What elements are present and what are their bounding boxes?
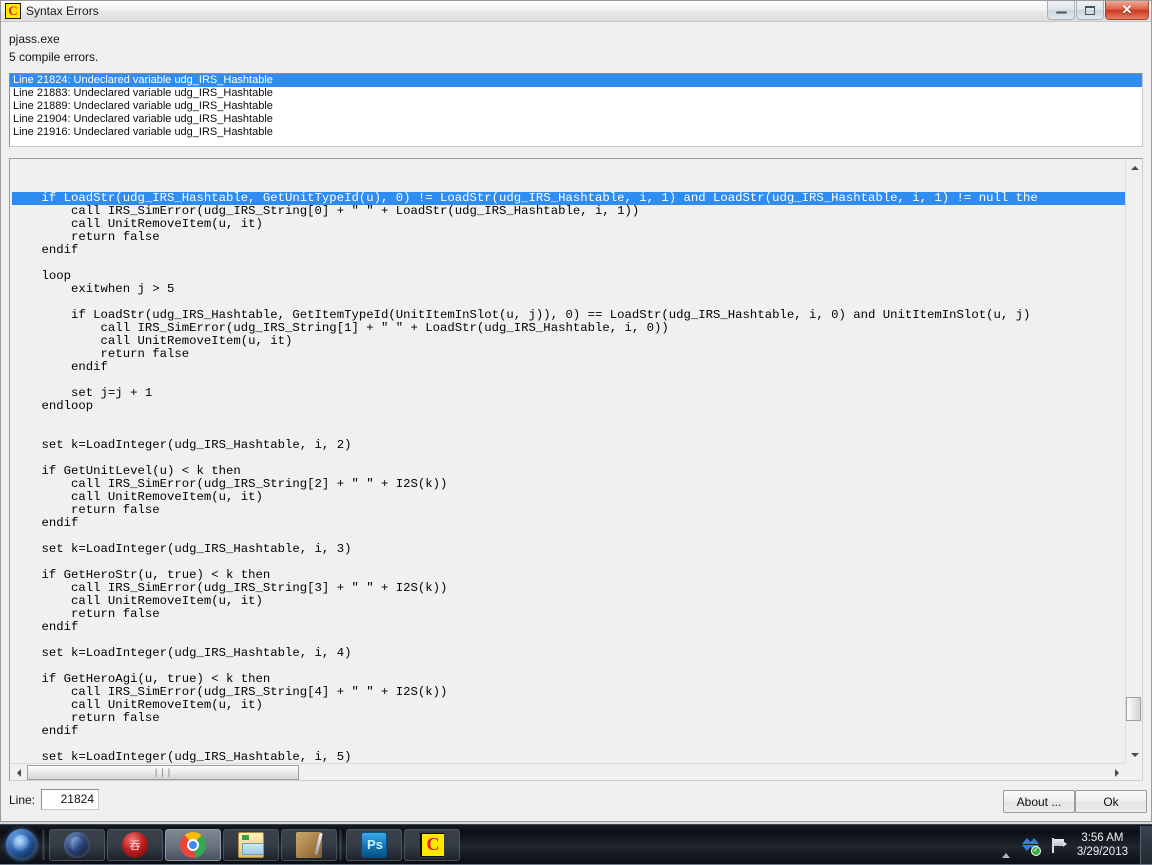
horizontal-scrollbar[interactable]: ||| [10,763,1125,780]
scrollbar-corner [1125,763,1142,780]
clock-date: 3/29/2013 [1076,846,1128,858]
windows-orb-icon [5,829,37,860]
dialog-header: pjass.exe 5 compile errors. [1,22,1151,66]
cjass-icon [419,831,445,858]
code-line: endloop [12,399,94,413]
wc3-icon [64,831,90,858]
minimize-button[interactable] [1047,1,1075,20]
vertical-scrollbar[interactable] [1125,159,1142,763]
taskbar-item-world-editor[interactable] [107,828,163,861]
code-line: endif [12,243,79,257]
explorer-icon [238,831,264,858]
code-lines: if LoadStr(udg_IRS_Hashtable, GetUnitTyp… [10,159,1125,763]
code-line: return false [12,607,160,621]
system-tray: ✓ 3:56 AM 3/29/2013 [996,825,1152,865]
world-editor-icon [122,831,148,858]
code-line: exitwhen j > 5 [12,282,175,296]
taskbar-divider-2 [339,829,342,860]
code-line: return false [12,503,160,517]
code-viewport[interactable]: if LoadStr(udg_IRS_Hashtable, GetUnitTyp… [10,159,1125,763]
photoshop-icon [361,831,388,858]
line-input[interactable]: 21824 [41,789,99,810]
code-line: loop [12,269,72,283]
chevron-up-icon [1001,836,1010,858]
code-line: call UnitRemoveItem(u, it) [12,698,263,712]
start-button[interactable] [2,828,40,862]
taskbar-item-cjass[interactable] [404,828,460,861]
error-summary: 5 compile errors. [9,50,99,64]
vertical-scroll-thumb[interactable] [1126,697,1141,721]
taskbar-item-google-chrome[interactable] [165,828,221,861]
taskbar: ✓ 3:56 AM 3/29/2013 [0,824,1152,864]
maximize-button[interactable] [1076,1,1104,20]
code-line: set k=LoadInteger(udg_IRS_Hashtable, i, … [12,542,352,556]
chrome-icon [180,831,206,858]
code-line: call UnitRemoveItem(u, it) [12,490,263,504]
scroll-right-button[interactable] [1108,764,1125,780]
code-viewer: if LoadStr(udg_IRS_Hashtable, GetUnitTyp… [9,158,1143,781]
taskbar-item-photoshop[interactable] [346,828,402,861]
clock-time: 3:56 AM [1081,832,1124,844]
code-line: endif [12,724,79,738]
code-line: return false [12,711,160,725]
dropbox-shape-2 [1028,837,1039,844]
window-controls: ✕ [1046,1,1149,20]
horizontal-scroll-thumb[interactable]: ||| [27,765,299,780]
errors-list[interactable]: Line 21824: Undeclared variable udg_IRS_… [9,73,1143,147]
taskbar-item-warcraft-iii[interactable] [49,828,105,861]
chevron-right-icon [1114,768,1119,777]
show-desktop-button[interactable] [1140,826,1152,864]
code-line: return false [12,230,160,244]
close-icon: ✕ [1121,2,1133,17]
code-line: set k=LoadInteger(udg_IRS_Hashtable, i, … [12,646,352,660]
clock[interactable]: 3:56 AM 3/29/2013 [1077,831,1128,859]
flag-arrow [1062,840,1067,847]
cjass-icon: C [5,3,21,19]
chevron-down-icon [1130,752,1139,757]
code-line: set k=LoadInteger(udg_IRS_Hashtable, i, … [12,438,352,452]
code-line: set k=LoadInteger(udg_IRS_Hashtable, i, … [12,750,352,764]
jass-scroll-icon [296,831,322,858]
ok-button[interactable]: Ok [1075,790,1147,813]
taskbar-divider [42,829,45,860]
scroll-thumb-grip: ||| [153,767,173,778]
error-row[interactable]: Line 21916: Undeclared variable udg_IRS_… [10,126,1142,139]
error-row[interactable]: Line 21824: Undeclared variable udg_IRS_… [10,74,1142,87]
taskbar-item-jass-newgen-pack[interactable] [281,828,337,861]
close-button[interactable]: ✕ [1105,1,1149,20]
chevron-left-icon [16,768,21,777]
window-title: Syntax Errors [26,4,99,18]
code-line: endif [12,516,79,530]
error-row[interactable]: Line 21904: Undeclared variable udg_IRS_… [10,113,1142,126]
error-row[interactable]: Line 21889: Undeclared variable udg_IRS_… [10,100,1142,113]
show-hidden-icons-button[interactable] [1001,836,1010,858]
error-row[interactable]: Line 21883: Undeclared variable udg_IRS_… [10,87,1142,100]
chevron-up-icon [1130,165,1139,170]
dialog-footer: Line: 21824 About ... Ok [1,781,1151,821]
code-line: set j=j + 1 [12,386,153,400]
minimize-icon [1055,11,1067,14]
taskbar-item-windows-explorer[interactable] [223,828,279,861]
code-line: endif [12,360,108,374]
code-line: call UnitRemoveItem(u, it) [12,594,263,608]
line-label: Line: [9,793,36,807]
action-center-icon[interactable] [1051,837,1067,853]
check-badge-icon: ✓ [1030,845,1041,856]
title-bar[interactable]: C Syntax Errors ✕ [1,1,1151,22]
scroll-down-button[interactable] [1126,746,1142,763]
scroll-up-button[interactable] [1126,159,1142,176]
code-line: call UnitRemoveItem(u, it) [12,217,263,231]
code-line: endif [12,620,79,634]
compiler-name: pjass.exe [9,32,60,46]
maximize-icon [1085,5,1095,15]
scroll-left-button[interactable] [10,764,27,780]
dropbox-icon[interactable]: ✓ [1021,837,1041,856]
code-line: return false [12,347,190,361]
syntax-errors-dialog: C Syntax Errors ✕ pjass.exe 5 compile er… [0,0,1152,822]
about-button[interactable]: About ... [1003,790,1075,813]
